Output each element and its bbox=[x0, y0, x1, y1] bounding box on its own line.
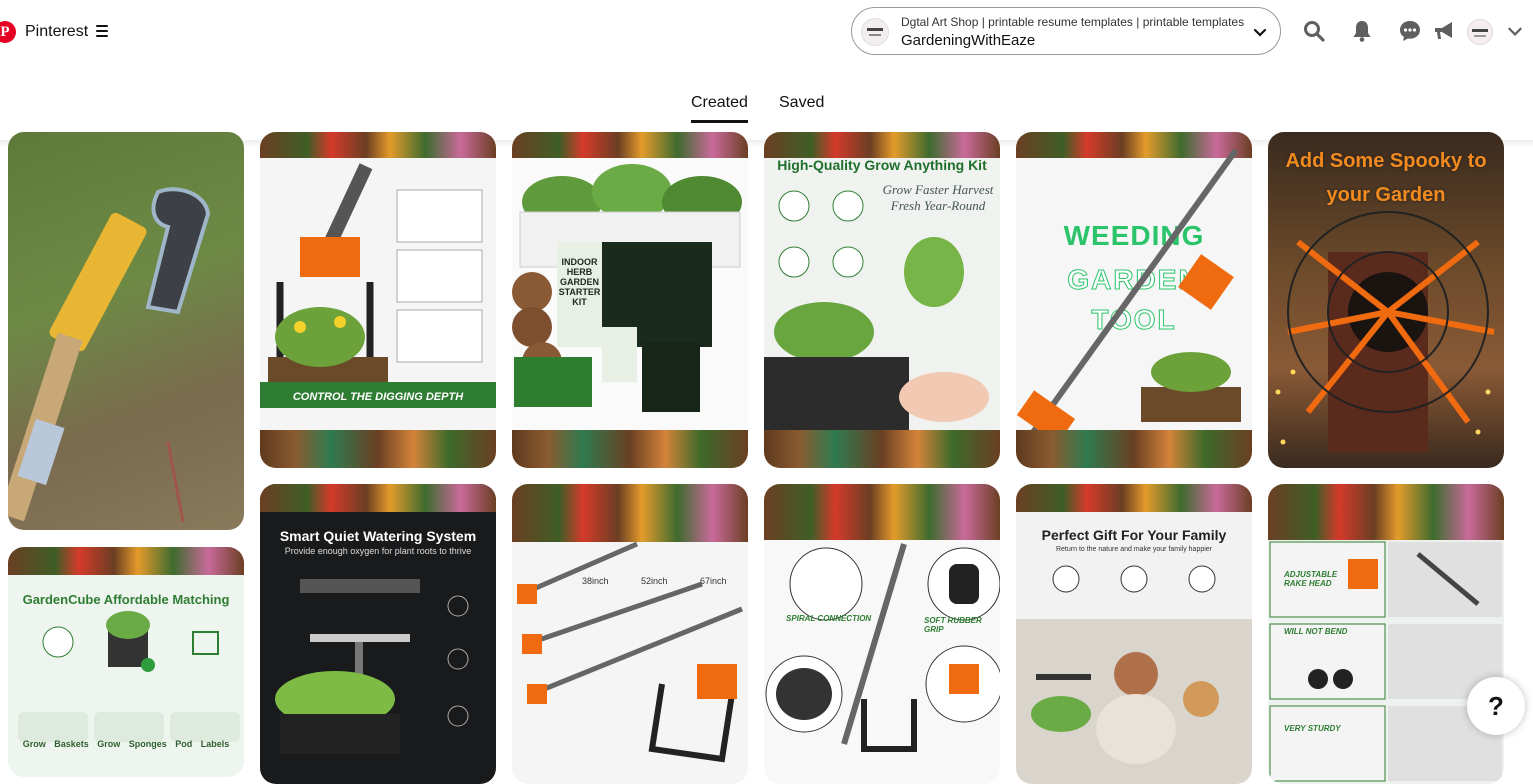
pin-card[interactable]: INDOOR HERB GARDEN STARTER KIT bbox=[512, 132, 748, 468]
pin-subtext-6: Grow Baskets Grow Sponges Pod Labels bbox=[22, 739, 230, 749]
pin-card[interactable] bbox=[8, 132, 244, 530]
pin-image-family-gift bbox=[1016, 565, 1252, 784]
account-switcher[interactable]: Dgtal Art Shop | printable resume templa… bbox=[851, 7, 1281, 55]
garden-footer-banner bbox=[512, 430, 748, 468]
pin-text-9: SPIRAL CONNECTION bbox=[786, 614, 872, 623]
pin-text-8: 38inch 52inch 67inch bbox=[582, 576, 727, 586]
pin-image-gardencube bbox=[18, 611, 240, 742]
help-button[interactable]: ? bbox=[1467, 677, 1525, 735]
pin-image-pole-details bbox=[765, 543, 1000, 752]
chevron-down-icon bbox=[1253, 28, 1267, 37]
messages-icon[interactable] bbox=[1398, 19, 1422, 43]
pin-card[interactable]: SPIRAL CONNECTION SOFT RUBBER GRIP bbox=[764, 484, 1000, 784]
pin-image-hoe-sizes bbox=[517, 541, 743, 763]
pin-card[interactable]: High-Quality Grow Anything Kit Grow Fast… bbox=[764, 132, 1000, 468]
pin-text-2: INDOOR HERB GARDEN STARTER KIT bbox=[558, 257, 601, 307]
pin-card[interactable]: Add Some Spooky to your Garden bbox=[1268, 132, 1504, 468]
pin-text-1: CONTROL THE DIGGING DEPTH bbox=[292, 391, 464, 403]
profile-avatar[interactable] bbox=[1467, 19, 1493, 45]
pin-subtext-11: WILL NOT BEND bbox=[1284, 627, 1348, 636]
pin-card[interactable]: ADJUSTABLE RAKE HEAD WILL NOT BEND VERY … bbox=[1268, 484, 1504, 784]
top-header: P Pinterest Dgtal Art Shop | printable r… bbox=[0, 0, 1533, 64]
tab-created[interactable]: Created bbox=[691, 92, 748, 123]
pin-card[interactable]: Perfect Gift For Your Family Return to t… bbox=[1016, 484, 1252, 784]
account-avatar bbox=[861, 18, 889, 46]
search-icon[interactable] bbox=[1302, 19, 1326, 43]
profile-tabs: Created Saved bbox=[0, 92, 1533, 132]
pin-text-5: Add Some Spooky to your Garden bbox=[1285, 150, 1487, 206]
menu-icon[interactable] bbox=[96, 25, 108, 37]
pin-image-weeding-tool bbox=[1016, 148, 1241, 444]
garden-footer-banner bbox=[1016, 430, 1252, 468]
account-switcher-line1: Dgtal Art Shop | printable resume templa… bbox=[901, 15, 1245, 29]
pin-card[interactable]: 38inch 52inch 67inch bbox=[512, 484, 748, 784]
pin-image-grow-kit bbox=[764, 190, 989, 437]
pin-card[interactable]: Smart Quiet Watering System Provide enou… bbox=[260, 484, 496, 784]
pin-subtext2-11: VERY STURDY bbox=[1284, 724, 1341, 733]
account-switcher-line2: GardeningWithEaze bbox=[901, 32, 1036, 49]
pin-image-herb-kit bbox=[512, 164, 742, 412]
pin-image-stirrup-hoe bbox=[260, 163, 496, 408]
chevron-down-icon[interactable] bbox=[1506, 22, 1524, 40]
pin-card[interactable]: CONTROL THE DIGGING DEPTH bbox=[260, 132, 496, 468]
garden-footer-banner bbox=[260, 430, 496, 468]
notifications-bell-icon[interactable] bbox=[1350, 19, 1374, 43]
garden-footer-banner bbox=[764, 430, 1000, 468]
brand-name[interactable]: Pinterest bbox=[25, 23, 88, 41]
pinterest-logo-icon[interactable]: P bbox=[0, 21, 16, 43]
megaphone-icon[interactable] bbox=[1432, 19, 1456, 43]
tab-saved[interactable]: Saved bbox=[779, 92, 824, 120]
pin-image-hoe-tool bbox=[8, 187, 211, 523]
pin-text-11: ADJUSTABLE RAKE HEAD bbox=[1284, 570, 1338, 588]
pin-card[interactable]: GardenCube Affordable Matching Grow Bask… bbox=[8, 547, 244, 777]
pin-subtext-9: SOFT RUBBER GRIP bbox=[924, 616, 982, 634]
pin-image-watering-system bbox=[275, 579, 469, 754]
pin-card[interactable]: WEEDING GARDEN TOOL bbox=[1016, 132, 1252, 468]
